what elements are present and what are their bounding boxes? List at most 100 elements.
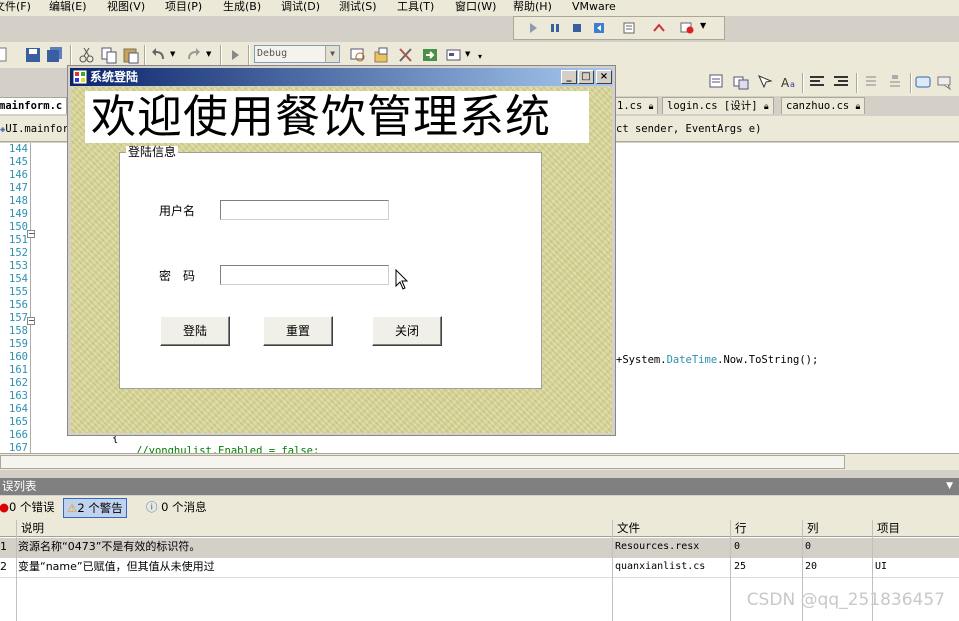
- font-size-icon[interactable]: Aa: [780, 73, 798, 91]
- login-button[interactable]: 登陆: [160, 316, 230, 346]
- dropdown-arrow-icon[interactable]: ▼: [206, 50, 211, 58]
- line-number: 158: [9, 325, 28, 337]
- info-icon: ⓘ: [146, 500, 158, 514]
- column-header-project[interactable]: 项目: [872, 520, 959, 537]
- column-header-file[interactable]: 文件: [612, 520, 730, 537]
- login-info-groupbox: 登陆信息 用户名 密 码 登陆 重置 关闭: [119, 146, 542, 389]
- horizontal-spacing-icon[interactable]: [862, 73, 880, 91]
- align-centers-icon[interactable]: [732, 73, 750, 91]
- tab-canzhuo-cs[interactable]: canzhuo.cs 🔒︎: [781, 97, 866, 114]
- line-number: 147: [9, 182, 28, 194]
- maximize-button[interactable]: □: [578, 70, 594, 84]
- app-icon: [73, 70, 87, 84]
- restart-icon[interactable]: [592, 21, 606, 35]
- pause-icon[interactable]: [548, 21, 562, 35]
- collapse-icon[interactable]: −: [27, 230, 35, 238]
- find-in-files-icon[interactable]: [349, 46, 367, 64]
- username-input[interactable]: [220, 200, 389, 220]
- undo-icon[interactable]: [150, 46, 168, 64]
- groupbox-title: 登陆信息: [126, 145, 179, 159]
- welcome-banner: 欢迎使用餐饮管理系统: [85, 91, 589, 143]
- dialog-titlebar[interactable]: 系统登陆 _ □ ×: [70, 68, 613, 86]
- menu-bar: 文件(F) 编辑(E) 视图(V) 项目(P) 生成(B) 调试(D) 测试(S…: [0, 0, 959, 16]
- tab-mainform[interactable]: mainform.c: [0, 97, 68, 114]
- column-header-number[interactable]: [0, 520, 16, 537]
- save-icon[interactable]: [24, 46, 42, 64]
- make-same-width-icon[interactable]: [808, 73, 826, 91]
- menu-view[interactable]: 视图(V): [107, 0, 145, 14]
- scrollbar-thumb[interactable]: [0, 455, 845, 469]
- close-window-button[interactable]: ×: [596, 70, 612, 84]
- login-dialog: 系统登陆 _ □ × 欢迎使用餐饮管理系统 登陆信息 用户名 密 码 登陆 重置…: [67, 65, 616, 436]
- properties-icon[interactable]: [397, 46, 415, 64]
- menu-edit[interactable]: 编辑(E): [49, 0, 87, 14]
- error-list-header: 误列表 ▼: [0, 478, 959, 495]
- send-to-back-icon[interactable]: [936, 73, 954, 91]
- save-all-icon[interactable]: [46, 46, 64, 64]
- step-icon[interactable]: [652, 21, 666, 35]
- command-window-icon[interactable]: [445, 46, 463, 64]
- bring-to-front-icon[interactable]: [914, 73, 932, 91]
- align-rights-icon[interactable]: [756, 73, 774, 91]
- toolbar-separator: [248, 45, 250, 65]
- minimize-button[interactable]: _: [561, 70, 577, 84]
- toolbar-separator: [70, 45, 72, 65]
- toolbar-separator: [144, 45, 146, 65]
- menu-help[interactable]: 帮助(H): [513, 0, 552, 14]
- line-number: 161: [9, 364, 28, 376]
- menu-window[interactable]: 窗口(W): [455, 0, 496, 14]
- menu-test[interactable]: 测试(S): [339, 0, 377, 14]
- reset-button[interactable]: 重置: [263, 316, 333, 346]
- continue-icon[interactable]: [526, 21, 540, 35]
- dropdown-arrow-icon[interactable]: ▼: [465, 50, 470, 58]
- menu-vmware[interactable]: VMware: [572, 0, 616, 14]
- start-debug-icon[interactable]: [226, 46, 244, 64]
- chevron-down-icon[interactable]: ▼: [325, 46, 339, 62]
- password-input[interactable]: [220, 265, 389, 285]
- make-same-height-icon[interactable]: [832, 73, 850, 91]
- menu-file[interactable]: 文件(F): [0, 0, 31, 14]
- error-list-toolbar: ●0 个错误 ⚠2 个警告 ⓘ 0 个消息: [0, 496, 959, 520]
- copy-icon[interactable]: [100, 46, 118, 64]
- menu-project[interactable]: 项目(P): [165, 0, 202, 14]
- member-dropdown[interactable]: ct sender, EventArgs e): [616, 123, 761, 135]
- vertical-spacing-icon[interactable]: [886, 73, 904, 91]
- dropdown-arrow-icon[interactable]: ▼: [170, 50, 175, 58]
- lock-icon: 🔒︎: [855, 102, 861, 112]
- panel-menu-icon[interactable]: ▼: [946, 478, 953, 495]
- type-dropdown[interactable]: ◈UI.mainforr: [0, 123, 75, 135]
- toolbar-overflow-icon[interactable]: ▾: [478, 52, 482, 61]
- redo-icon[interactable]: [184, 46, 202, 64]
- column-header-line[interactable]: 行: [730, 520, 802, 537]
- error-list-title: 误列表: [2, 479, 37, 493]
- column-header-description[interactable]: 说明: [16, 520, 612, 537]
- menu-tools[interactable]: 工具(T): [397, 0, 434, 14]
- menu-debug[interactable]: 调试(D): [281, 0, 320, 14]
- warnings-filter-button[interactable]: ⚠2 个警告: [63, 498, 127, 518]
- line-number: 144: [9, 143, 28, 155]
- cut-icon[interactable]: [78, 46, 96, 64]
- toolbox-icon[interactable]: [421, 46, 439, 64]
- editor-horizontal-scrollbar[interactable]: [0, 453, 959, 470]
- menu-build[interactable]: 生成(B): [223, 0, 261, 14]
- tab-login-design[interactable]: login.cs [设计] 🔒︎: [662, 97, 774, 114]
- align-lefts-icon[interactable]: [708, 73, 726, 91]
- column-header-column[interactable]: 列: [802, 520, 872, 537]
- dialog-client-area: 欢迎使用餐饮管理系统 登陆信息 用户名 密 码 登陆 重置 关闭: [71, 87, 612, 433]
- solution-config-value: Debug: [257, 48, 288, 59]
- row-column: 0: [805, 541, 812, 552]
- solution-explorer-icon[interactable]: [373, 46, 391, 64]
- paste-icon[interactable]: [122, 46, 140, 64]
- new-file-icon[interactable]: [0, 46, 12, 64]
- close-button[interactable]: 关闭: [372, 316, 442, 346]
- stop-icon[interactable]: [570, 21, 584, 35]
- messages-filter-button[interactable]: ⓘ 0 个消息: [143, 498, 210, 518]
- tab-1-cs[interactable]: 1.cs 🔒︎: [612, 97, 659, 114]
- dropdown-arrow-icon[interactable]: ▼: [700, 21, 706, 30]
- layout-toolbar: Aa: [616, 68, 959, 96]
- solution-config-combo[interactable]: Debug ▼: [254, 45, 340, 63]
- errors-filter-button[interactable]: ●0 个错误: [0, 498, 58, 518]
- collapse-icon[interactable]: −: [27, 317, 35, 325]
- exception-icon[interactable]: [680, 21, 694, 35]
- breakpoint-window-icon[interactable]: [622, 21, 636, 35]
